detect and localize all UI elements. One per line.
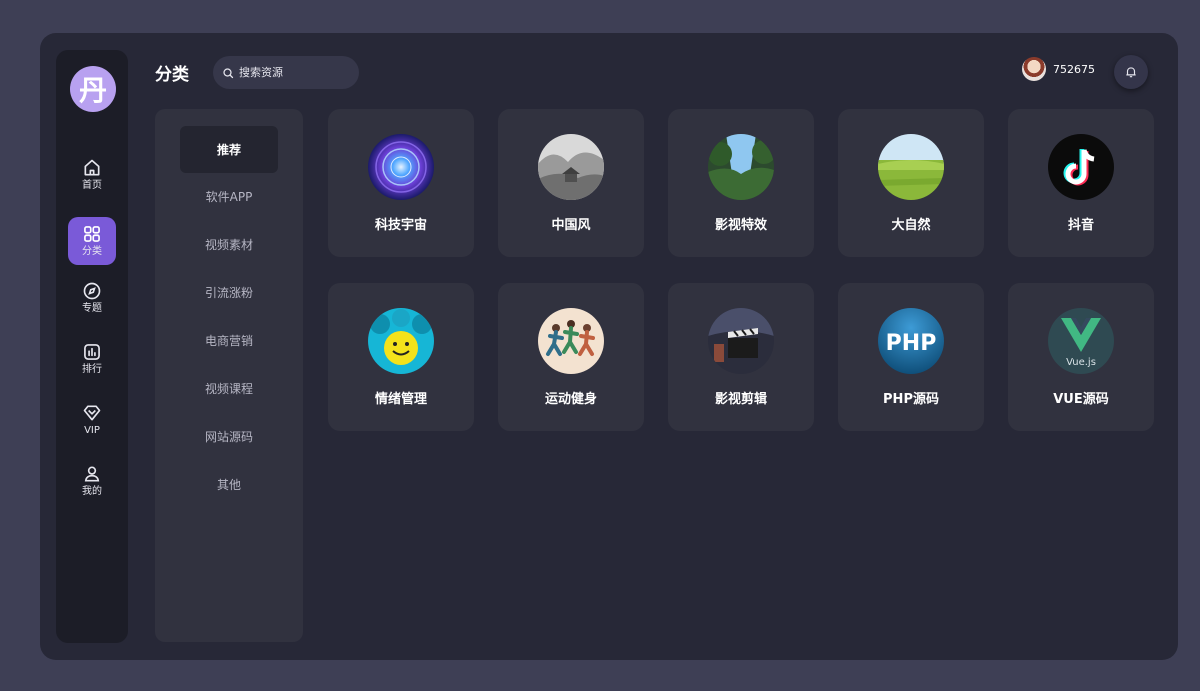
nav-label: 分类 [82, 246, 102, 257]
php-logo-text: PHP [886, 331, 937, 356]
user-icon [84, 466, 100, 482]
home-icon [84, 159, 100, 176]
vue-logo: Vue.js [1048, 308, 1114, 374]
nature-thumb [878, 134, 944, 200]
search-box[interactable] [213, 56, 359, 89]
nav-item-vip[interactable]: VIP [68, 396, 116, 444]
brand-logo[interactable]: 丹 [70, 66, 116, 112]
diamond-icon [83, 405, 101, 421]
topic-card-emotion[interactable]: 情绪管理 [328, 283, 474, 431]
compass-icon [83, 282, 101, 300]
category-item-other[interactable]: 其他 [180, 461, 278, 508]
search-icon [223, 67, 234, 78]
card-title: VUE源码 [1053, 392, 1109, 407]
douyin-logo [1048, 134, 1114, 200]
php-logo: PHP [878, 308, 944, 374]
topic-card-chinese-style[interactable]: 中国风 [498, 109, 644, 257]
search-input[interactable] [239, 66, 339, 79]
app-window: 丹 首页 分类 专题 排行 VIP 我的 分类 搜索资源 752675 推荐 软… [40, 33, 1178, 660]
nav-item-category[interactable]: 分类 [68, 217, 116, 265]
card-title: 抖音 [1067, 218, 1094, 233]
category-item-ecommerce[interactable]: 电商营销 [180, 317, 278, 364]
nav-label: 首页 [82, 180, 102, 191]
category-item-growth[interactable]: 引流涨粉 [180, 269, 278, 316]
chinese-style-thumb [538, 134, 604, 200]
nav-item-mine[interactable]: 我的 [68, 457, 116, 505]
topic-card-fitness[interactable]: 运动健身 [498, 283, 644, 431]
page-title: 分类 [155, 65, 189, 85]
vue-logo-text: Vue.js [1066, 357, 1096, 368]
category-item-software[interactable]: 软件APP [180, 173, 278, 220]
topic-card-film-editing[interactable]: 影视剪辑 [668, 283, 814, 431]
film-editing-thumb [708, 308, 774, 374]
category-item-recommend[interactable]: 推荐 [180, 126, 278, 173]
grid-icon [84, 226, 100, 242]
topic-card-tech-universe[interactable]: 科技宇宙 [328, 109, 474, 257]
tech-universe-thumb [368, 134, 434, 200]
vfx-thumb [708, 134, 774, 200]
category-list: 推荐 软件APP 视频素材 引流涨粉 电商营销 视频课程 网站源码 其他 [155, 109, 303, 642]
card-title: 中国风 [551, 218, 591, 233]
nav-label: 排行 [82, 364, 102, 375]
card-title: 运动健身 [544, 392, 597, 407]
nav-label: 专题 [82, 303, 102, 314]
category-item-video-courses[interactable]: 视频课程 [180, 365, 278, 412]
avatar[interactable] [1022, 57, 1046, 81]
notification-button[interactable] [1114, 55, 1148, 89]
card-title: 影视剪辑 [714, 392, 767, 407]
nav-label: 我的 [82, 486, 102, 497]
bar-chart-icon [84, 344, 100, 360]
card-title: PHP源码 [883, 392, 939, 407]
card-title: 大自然 [891, 218, 931, 233]
emotion-thumb [368, 308, 434, 374]
user-info[interactable]: 752675 [1022, 57, 1095, 81]
nav-item-home[interactable]: 首页 [68, 151, 116, 199]
topic-card-vfx[interactable]: 影视特效 [668, 109, 814, 257]
fitness-thumb [538, 308, 604, 374]
topic-card-nature[interactable]: 大自然 [838, 109, 984, 257]
nav-label: VIP [84, 425, 100, 436]
card-title: 情绪管理 [374, 392, 427, 407]
card-title: 科技宇宙 [374, 218, 427, 233]
category-item-website-source[interactable]: 网站源码 [180, 413, 278, 460]
category-item-video-assets[interactable]: 视频素材 [180, 221, 278, 268]
username: 752675 [1053, 62, 1095, 76]
nav-rail: 丹 首页 分类 专题 排行 VIP 我的 [56, 50, 128, 643]
topic-card-douyin[interactable]: 抖音 [1008, 109, 1154, 257]
nav-item-ranking[interactable]: 排行 [68, 335, 116, 383]
topic-card-vue[interactable]: Vue.js VUE源码 [1008, 283, 1154, 431]
card-title: 影视特效 [714, 218, 767, 233]
bell-icon [1126, 67, 1136, 78]
topic-card-php[interactable]: PHP PHP源码 [838, 283, 984, 431]
nav-item-topics[interactable]: 专题 [68, 274, 116, 322]
